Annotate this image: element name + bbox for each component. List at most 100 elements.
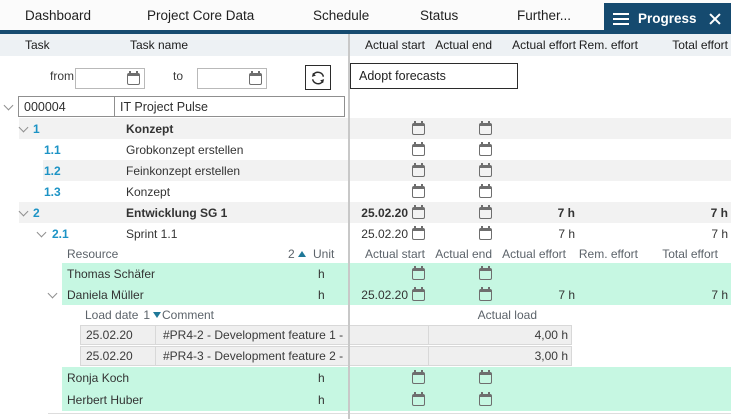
resource-name: Herbert Huber: [67, 389, 143, 411]
sort-asc-icon: [298, 251, 306, 257]
tab-schedule[interactable]: Schedule: [313, 0, 369, 30]
task-row[interactable]: 1 Konzept: [0, 118, 731, 139]
task-name: Konzept: [126, 118, 173, 139]
column-header-task: Task: [25, 34, 50, 56]
actual-end-cell: [419, 202, 492, 223]
tab-bar: Dashboard Project Core Data Schedule Sta…: [0, 0, 731, 34]
unit-cell: h: [318, 389, 325, 411]
actual-end-cell: [419, 367, 492, 389]
tab-further[interactable]: Further...: [517, 0, 571, 30]
sync-icon: [309, 69, 327, 87]
comment-cell: #PR4-3 - Development feature 2 -: [155, 346, 429, 366]
to-date-input[interactable]: [197, 68, 267, 89]
actual-start-cell: [352, 160, 425, 181]
close-icon[interactable]: [709, 13, 721, 25]
expand-chevron-icon[interactable]: [19, 124, 28, 133]
actual-start-cell: [352, 389, 425, 411]
project-row[interactable]: 000004 IT Project Pulse: [0, 94, 731, 118]
resource-row[interactable]: Daniela Müller h 25.02.20 7 h 7 h: [0, 284, 731, 305]
calendar-icon[interactable]: [479, 394, 492, 406]
resource-row[interactable]: Thomas Schäfer h: [0, 263, 731, 284]
load-date-column-header[interactable]: Load date 1: [85, 305, 161, 325]
calendar-icon[interactable]: [127, 73, 140, 85]
task-number: 2.1: [52, 223, 69, 244]
task-number: 2: [33, 202, 40, 223]
actual-load-cell: 4,00 h: [428, 325, 572, 345]
task-name: Sprint 1.1: [126, 223, 177, 244]
actual-effort-cell: 7 h: [492, 223, 576, 244]
hamburger-icon[interactable]: [613, 13, 629, 25]
actual-load-column-header: Actual load: [428, 305, 572, 325]
project-id-field[interactable]: 000004: [18, 96, 115, 117]
sub-header-total-effort: Total effort: [638, 244, 728, 263]
task-number: 1.1: [44, 139, 61, 160]
resource-name: Thomas Schäfer: [67, 263, 155, 284]
calendar-icon[interactable]: [479, 165, 492, 177]
from-date-input[interactable]: [75, 68, 145, 89]
tab-project-core-data[interactable]: Project Core Data: [147, 0, 254, 30]
column-header-actual-end: Actual end: [419, 34, 492, 56]
tab-status[interactable]: Status: [420, 0, 458, 30]
actual-start-value: 25.02.20: [361, 206, 408, 220]
actual-start-cell: [352, 118, 425, 139]
actual-start-cell: 25.02.20: [352, 223, 425, 244]
load-header-row: Load date 1 Comment Actual load: [0, 305, 731, 325]
to-label: to: [173, 69, 183, 83]
refresh-button[interactable]: [305, 65, 331, 90]
actual-start-cell: 25.02.20: [352, 202, 425, 223]
calendar-icon[interactable]: [479, 289, 492, 301]
total-effort-cell: 7 h: [638, 284, 728, 305]
calendar-icon[interactable]: [479, 144, 492, 156]
tab-dashboard[interactable]: Dashboard: [25, 0, 91, 30]
resource-row[interactable]: Herbert Huber h: [0, 389, 731, 411]
expand-chevron-icon[interactable]: [37, 229, 46, 238]
actual-load-cell: 3,00 h: [428, 346, 572, 366]
load-date-label: Load date: [85, 308, 138, 322]
from-label: from: [50, 69, 74, 83]
task-row[interactable]: 1.3 Konzept: [0, 181, 731, 202]
resource-column-header[interactable]: Resource: [67, 244, 118, 263]
total-effort-cell: 7 h: [638, 223, 728, 244]
column-header-actual-start: Actual start: [352, 34, 425, 56]
actual-end-cell: [419, 118, 492, 139]
expand-chevron-icon[interactable]: [19, 208, 28, 217]
sub-header-actual-end: Actual end: [419, 244, 492, 263]
sub-header-actual-start: Actual start: [352, 244, 425, 263]
progress-module-window: Dashboard Project Core Data Schedule Sta…: [0, 0, 731, 419]
active-tab-label: Progress: [638, 11, 697, 26]
task-row[interactable]: 2 Entwicklung SG 1 25.02.20 7 h 7 h: [0, 202, 731, 223]
sort-order-number: 1: [143, 308, 150, 322]
expand-chevron-icon[interactable]: [48, 290, 57, 299]
sort-desc-icon: [153, 312, 161, 318]
sort-indicator[interactable]: 2: [288, 244, 306, 263]
load-row[interactable]: 25.02.20 #PR4-3 - Development feature 2 …: [0, 346, 731, 367]
resource-name: Daniela Müller: [67, 284, 144, 305]
expand-chevron-icon[interactable]: [4, 102, 13, 111]
calendar-icon[interactable]: [479, 228, 492, 240]
actual-end-cell: [419, 223, 492, 244]
sub-header-rem-effort: Rem. effort: [576, 244, 638, 263]
task-row[interactable]: 1.1 Grobkonzept erstellen: [0, 139, 731, 160]
actual-start-cell: [352, 139, 425, 160]
calendar-icon[interactable]: [479, 268, 492, 280]
calendar-icon[interactable]: [249, 73, 262, 85]
calendar-icon[interactable]: [479, 186, 492, 198]
pane-divider[interactable]: [348, 34, 350, 419]
calendar-icon[interactable]: [479, 123, 492, 135]
actual-end-cell: [419, 284, 492, 305]
task-number: 1: [33, 118, 40, 139]
project-name-field[interactable]: IT Project Pulse: [114, 96, 345, 117]
tab-progress[interactable]: Progress: [604, 3, 731, 34]
adopt-forecasts-button[interactable]: Adopt forecasts: [350, 63, 518, 89]
calendar-icon[interactable]: [479, 207, 492, 219]
actual-start-cell: [352, 263, 425, 284]
load-row[interactable]: 25.02.20 #PR4-2 - Development feature 1 …: [0, 325, 731, 346]
task-row[interactable]: 1.2 Feinkonzept erstellen: [0, 160, 731, 181]
calendar-icon[interactable]: [479, 372, 492, 384]
actual-end-cell: [419, 160, 492, 181]
comment-cell: #PR4-2 - Development feature 1 -: [155, 325, 429, 345]
task-row[interactable]: 2.1 Sprint 1.1 25.02.20 7 h 7 h: [0, 223, 731, 244]
unit-cell: h: [318, 263, 325, 284]
unit-column-header: Unit: [313, 244, 334, 263]
resource-row[interactable]: Ronja Koch h: [0, 367, 731, 389]
